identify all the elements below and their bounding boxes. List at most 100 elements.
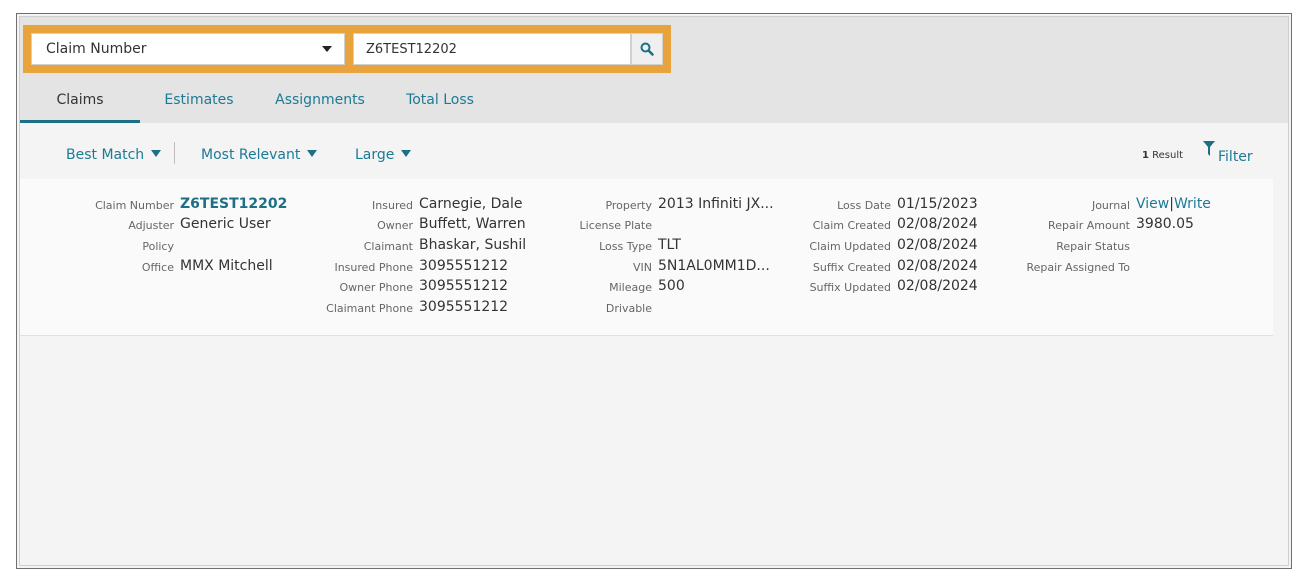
field-label: Owner	[377, 219, 413, 232]
field-label: Office	[141, 261, 174, 274]
field-label: Insured	[372, 199, 413, 212]
field-label: Adjuster	[128, 219, 174, 232]
mileage-value: 500	[658, 278, 685, 294]
claimant-phone-value: 3095551212	[419, 299, 509, 315]
journal-write-link[interactable]: Write	[1174, 196, 1211, 212]
field-repair-assigned-to: Repair Assigned To	[980, 258, 1130, 276]
field-label: License Plate	[579, 219, 652, 232]
field-office: Office	[20, 258, 174, 276]
field-label: Claimant Phone	[326, 302, 413, 315]
search-icon	[640, 42, 654, 56]
field-adjuster: Adjuster	[20, 216, 174, 234]
size-dropdown[interactable]: Large	[355, 147, 412, 163]
sort-bar: Best Match Most Relevant Large 1 Result …	[20, 123, 1288, 179]
tab-label: Assignments	[275, 92, 365, 108]
app-window: Claim Number Claims Estimates	[16, 13, 1292, 569]
field-claimant: Claimant	[220, 237, 413, 255]
search-button[interactable]	[631, 33, 663, 65]
repair-amount-value: 3980.05	[1136, 216, 1194, 232]
insured-phone-value: 3095551212	[419, 258, 509, 274]
field-drivable: Drivable	[520, 299, 652, 317]
field-mileage: Mileage	[520, 278, 652, 296]
field-label: Insured Phone	[334, 261, 413, 274]
field-vin: VIN	[520, 258, 652, 276]
tab-label: Estimates	[164, 92, 234, 108]
tab-claims[interactable]: Claims	[20, 85, 140, 123]
field-label: Repair Amount	[1048, 219, 1130, 232]
chevron-down-icon	[322, 46, 332, 52]
content-area: Claim Number Claims Estimates	[19, 16, 1289, 566]
field-claimant-phone: Claimant Phone	[220, 299, 413, 317]
field-label: Repair Status	[1056, 240, 1130, 253]
field-label: Claim Created	[812, 219, 891, 232]
tab-total-loss[interactable]: Total Loss	[403, 85, 477, 123]
claim-updated-value: 02/08/2024	[897, 237, 978, 253]
owner-phone-value: 3095551212	[419, 278, 509, 294]
claim-result-card[interactable]: Claim Number Z6TEST12202 Adjuster Generi…	[20, 179, 1273, 336]
claimant-value: Bhaskar, Sushil	[419, 237, 527, 253]
field-label: Drivable	[605, 302, 652, 315]
suffix-created-value: 02/08/2024	[897, 258, 978, 274]
field-label: Repair Assigned To	[1026, 261, 1130, 274]
best-match-dropdown[interactable]: Best Match	[66, 147, 162, 163]
field-journal: Journal	[980, 196, 1130, 214]
search-type-value: Claim Number	[46, 41, 147, 57]
caret-down-icon	[151, 150, 162, 157]
tab-label: Claims	[56, 92, 104, 108]
best-match-label: Best Match	[66, 147, 145, 163]
field-claim-created: Claim Created	[760, 216, 891, 234]
field-suffix-updated: Suffix Updated	[760, 278, 891, 296]
search-input[interactable]	[353, 33, 631, 65]
filter-label: Filter	[1218, 149, 1253, 165]
field-label: Owner Phone	[339, 281, 414, 294]
suffix-updated-value: 02/08/2024	[897, 278, 978, 294]
filter-icon	[1203, 141, 1215, 156]
field-property: Property	[520, 196, 652, 214]
field-claim-updated: Claim Updated	[760, 237, 891, 255]
tab-estimates[interactable]: Estimates	[162, 85, 236, 123]
claim-created-value: 02/08/2024	[897, 216, 978, 232]
field-license-plate: License Plate	[520, 216, 652, 234]
field-label: Loss Date	[837, 199, 891, 212]
tab-assignments[interactable]: Assignments	[274, 85, 366, 123]
field-repair-status: Repair Status	[980, 237, 1130, 255]
field-owner-phone: Owner Phone	[220, 278, 414, 296]
search-type-select[interactable]: Claim Number	[31, 33, 345, 65]
vin-value: 5N1AL0MM1D...	[658, 258, 770, 274]
field-label: Policy	[142, 240, 174, 253]
journal-actions: View|Write	[1136, 196, 1211, 212]
field-label: Property	[605, 199, 652, 212]
loss-date-value: 01/15/2023	[897, 196, 978, 212]
field-label: VIN	[633, 261, 652, 274]
field-claim-number: Claim Number	[20, 196, 174, 214]
size-label: Large	[355, 147, 395, 163]
property-value: 2013 Infiniti JX...	[658, 196, 774, 212]
result-count-label: Result	[1152, 150, 1184, 161]
insured-value: Carnegie, Dale	[419, 196, 523, 212]
field-label: Journal	[1091, 199, 1130, 212]
most-relevant-label: Most Relevant	[201, 147, 301, 163]
field-suffix-created: Suffix Created	[760, 258, 891, 276]
field-label: Claimant	[363, 240, 413, 253]
journal-view-link[interactable]: View	[1136, 196, 1169, 212]
field-label: Claim Updated	[809, 240, 891, 253]
top-bar: Claim Number Claims Estimates	[20, 17, 1288, 123]
field-label: Claim Number	[95, 199, 174, 212]
field-repair-amount: Repair Amount	[980, 216, 1130, 234]
field-loss-date: Loss Date	[760, 196, 891, 214]
caret-down-icon	[307, 150, 318, 157]
tab-label: Total Loss	[406, 92, 474, 108]
field-label: Suffix Created	[812, 261, 891, 274]
sort-divider	[174, 142, 175, 164]
caret-down-icon	[401, 150, 412, 157]
search-group: Claim Number	[23, 25, 671, 73]
field-owner: Owner	[220, 216, 413, 234]
loss-type-value: TLT	[658, 237, 681, 253]
field-insured: Insured	[220, 196, 413, 214]
result-count: 1 Result	[1142, 150, 1183, 161]
most-relevant-dropdown[interactable]: Most Relevant	[201, 147, 318, 163]
field-policy: Policy	[20, 237, 174, 255]
field-loss-type: Loss Type	[520, 237, 652, 255]
field-label: Mileage	[609, 281, 652, 294]
field-label: Suffix Updated	[809, 281, 891, 294]
